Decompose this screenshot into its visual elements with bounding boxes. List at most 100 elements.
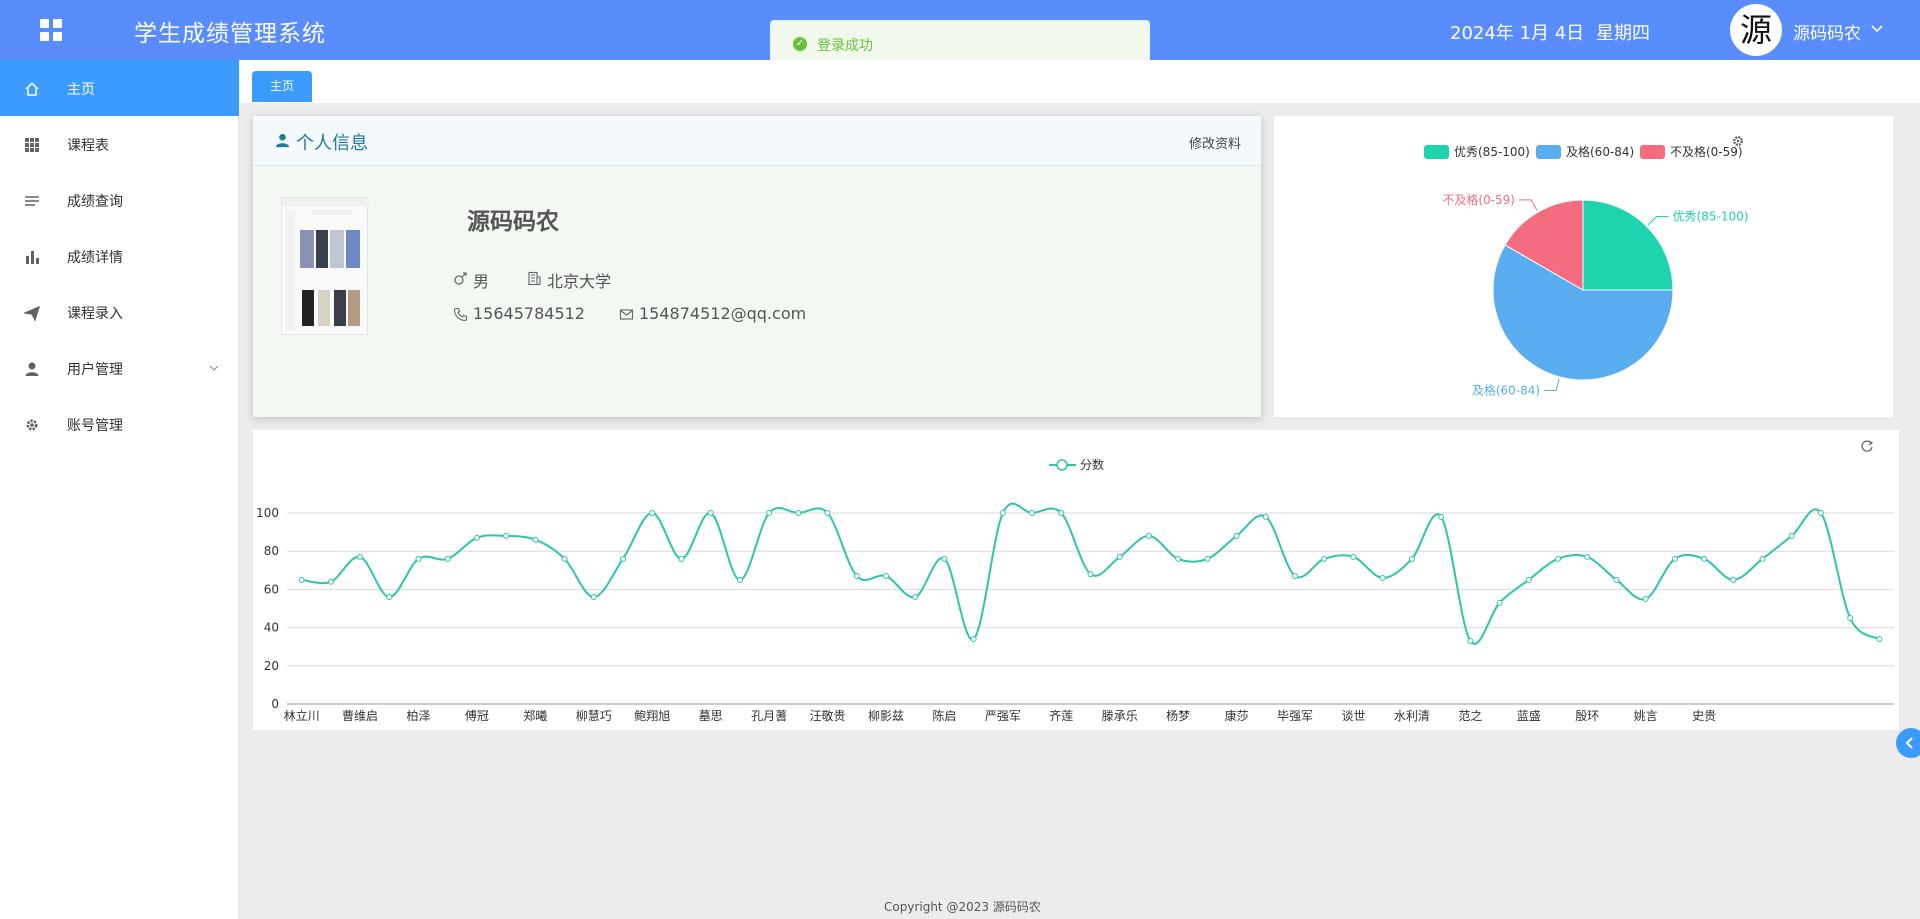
x-tick-label: 陈启 — [932, 708, 956, 723]
home-icon — [25, 82, 39, 96]
data-point — [853, 573, 860, 580]
data-point — [473, 534, 480, 541]
data-point — [882, 573, 889, 580]
data-point — [766, 510, 773, 516]
data-point — [1438, 513, 1445, 520]
edit-profile-button[interactable]: 修改资料 — [1189, 133, 1241, 152]
sidebar-item-user-management[interactable]: 用户管理 — [0, 340, 239, 396]
x-tick-label: 曹维启 — [342, 709, 378, 723]
toast-message: 登录成功 — [817, 38, 873, 54]
x-tick-label: 柏泽 — [406, 708, 430, 723]
data-point — [678, 555, 685, 562]
x-tick-label: 汪敬贵 — [810, 709, 846, 723]
x-tick-label: 鲍翔旭 — [634, 709, 670, 723]
current-date: 2024年 1月 4日 — [1450, 23, 1585, 44]
data-point — [1321, 555, 1328, 562]
app-title: 学生成绩管理系统 — [134, 21, 326, 47]
profile-card: 个人信息 修改资料 源码码农 男 北京大学 15645784512 154874… — [253, 116, 1261, 417]
grade-distribution-pie-chart: 优秀(85-100) 及格(60-84) 不及格(0-59) 优秀(85-100) 及格… — [1424, 136, 1748, 397]
avatar[interactable]: 源 — [1730, 4, 1782, 56]
data-point — [970, 636, 977, 643]
data-point — [1175, 555, 1182, 562]
data-point — [1408, 555, 1415, 562]
y-tick-label: 100 — [256, 506, 279, 520]
profile-card-header: 个人信息 修改资料 — [253, 116, 1261, 166]
x-tick-label: 史贵 — [1692, 709, 1716, 723]
legend-swatch — [1536, 145, 1561, 159]
data-point — [1554, 555, 1561, 562]
refresh-icon[interactable] — [1861, 440, 1874, 452]
chevron-left-icon — [1905, 737, 1913, 749]
data-point — [999, 510, 1006, 516]
profile-email: 154874512@qq.com — [639, 304, 807, 323]
current-weekday: 星期四 — [1596, 23, 1650, 44]
user-icon — [25, 362, 39, 376]
male-icon — [454, 272, 467, 285]
sidebar-item-course-entry[interactable]: 课程录入 — [0, 284, 239, 340]
y-tick-label: 80 — [264, 544, 279, 558]
data-point — [1642, 595, 1649, 602]
data-point — [357, 553, 364, 560]
sidebar-item-home[interactable]: 主页 — [0, 60, 239, 116]
x-tick-label: 殷环 — [1575, 709, 1599, 723]
data-point — [444, 555, 451, 562]
score-line-card: 分数 0 20 40 60 80 100 林立川 曹维启 柏泽 傅冠 郑曦 柳慧巧 鲍翔旭 墓思 孔月蓍 汪敬贵… — [253, 430, 1899, 730]
chevron-down-icon[interactable] — [1870, 22, 1884, 36]
data-point — [1029, 510, 1036, 516]
x-tick-label: 柳慧巧 — [576, 708, 612, 723]
x-tick-label: 郑曦 — [523, 708, 547, 723]
legend-swatch — [1424, 145, 1449, 159]
tab-home[interactable]: 主页 — [252, 71, 313, 102]
data-point — [1262, 513, 1269, 520]
sidebar-item-label: 成绩详情 — [67, 250, 123, 266]
x-tick-label: 傅冠 — [465, 709, 489, 723]
pie-label-line — [1647, 215, 1669, 226]
data-point — [1087, 571, 1094, 578]
data-point — [415, 555, 422, 562]
x-tick-label: 齐莲 — [1049, 708, 1073, 723]
data-point — [1876, 636, 1883, 643]
sidebar-item-score-detail[interactable]: 成绩详情 — [0, 228, 239, 284]
sidebar: 主页 课程表 成绩查询 成绩详情 课程录入 用户管理 账号管理 — [0, 60, 239, 919]
sidebar-item-account-management[interactable]: 账号管理 — [0, 396, 239, 452]
menu-grid-icon[interactable] — [40, 19, 62, 41]
chevron-down-icon — [209, 365, 219, 371]
data-point — [1788, 532, 1795, 539]
legend-label: 分数 — [1080, 457, 1104, 472]
profile-phone: 15645784512 — [473, 304, 585, 323]
side-panel-toggle[interactable] — [1896, 728, 1920, 758]
sidebar-item-schedule[interactable]: 课程表 — [0, 116, 239, 172]
data-point — [736, 576, 743, 583]
sidebar-item-label: 主页 — [67, 82, 95, 98]
user-icon — [275, 133, 290, 148]
y-tick-label: 60 — [264, 582, 279, 596]
data-point — [707, 510, 714, 516]
settings-icon[interactable] — [1733, 136, 1743, 146]
profile-card-title: 个人信息 — [296, 133, 368, 154]
data-point — [1292, 573, 1299, 580]
x-tick-label: 范之 — [1458, 709, 1482, 723]
profile-gender: 男 — [473, 272, 490, 291]
data-point — [824, 510, 831, 516]
y-tick-label: 20 — [264, 659, 279, 673]
score-line-chart: 分数 0 20 40 60 80 100 林立川 曹维启 柏泽 傅冠 郑曦 柳慧巧 鲍翔旭 墓思 孔月蓍 汪敬贵… — [256, 440, 1894, 723]
x-tick-label: 蓝盛 — [1517, 708, 1541, 723]
data-point — [912, 594, 919, 601]
send-icon — [24, 305, 40, 321]
data-point — [1496, 599, 1503, 606]
profile-name: 源码码农 — [467, 209, 559, 235]
data-point — [1058, 510, 1065, 516]
sidebar-item-label: 成绩查询 — [67, 194, 123, 210]
data-point — [1584, 553, 1591, 560]
sidebar-item-score-query[interactable]: 成绩查询 — [0, 172, 239, 228]
pie-slice — [1582, 199, 1674, 291]
user-menu[interactable]: 源码码农 — [1793, 19, 1861, 44]
data-point — [1379, 574, 1386, 581]
data-point — [1701, 555, 1708, 562]
y-tick-label: 40 — [264, 621, 279, 635]
legend-label: 及格(60-84) — [1566, 144, 1634, 159]
sidebar-item-label: 课程表 — [67, 138, 109, 154]
x-tick-label: 滕承乐 — [1102, 708, 1138, 723]
sidebar-item-label: 用户管理 — [67, 362, 123, 378]
pie-label: 及格(60-84) — [1472, 382, 1540, 397]
